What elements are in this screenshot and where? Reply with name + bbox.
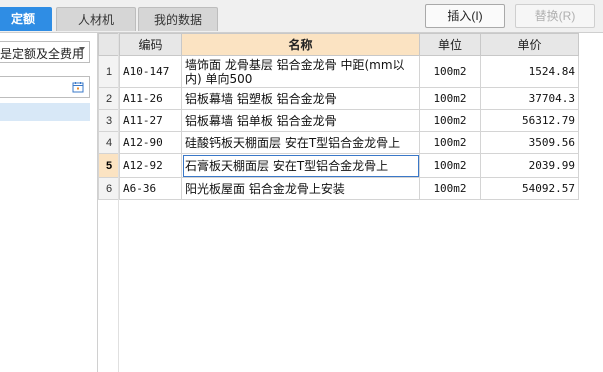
name-cell[interactable]: 铝板幕墙 铝单板 铝合金龙骨 bbox=[181, 109, 420, 132]
tab-my-data[interactable]: 我的数据 bbox=[138, 7, 218, 31]
quota-grid: 编码 名称 单位 单价 1 A10-147 墙饰面 龙骨基层 铝合金龙骨 中距(… bbox=[98, 33, 579, 372]
table-row[interactable]: 1 A10-147 墙饰面 龙骨基层 铝合金龙骨 中距(mm以内) 单向500 … bbox=[98, 55, 579, 88]
table-row-selected[interactable]: 5 A12-92 石膏板天棚面层 安在T型铝合金龙骨上 100m2 2039.9… bbox=[98, 153, 579, 178]
name-cell[interactable]: 阳光板屋面 铝合金龙骨上安装 bbox=[181, 177, 420, 200]
table-row[interactable]: 3 A11-27 铝板幕墙 铝单板 铝合金龙骨 100m2 56312.79 bbox=[98, 109, 579, 132]
row-number: 4 bbox=[98, 131, 120, 154]
row-number: 6 bbox=[98, 177, 120, 200]
price-cell[interactable]: 1524.84 bbox=[480, 55, 579, 88]
code-cell[interactable]: A11-26 bbox=[119, 87, 182, 110]
calendar-search-icon[interactable] bbox=[72, 81, 84, 93]
unit-cell[interactable]: 100m2 bbox=[419, 109, 481, 132]
name-cell[interactable]: 硅酸钙板天棚面层 安在T型铝合金龙骨上 bbox=[181, 131, 420, 154]
replace-button[interactable]: 替换(R) bbox=[515, 4, 595, 28]
code-header[interactable]: 编码 bbox=[119, 33, 182, 56]
insert-button[interactable]: 插入(I) bbox=[425, 4, 505, 28]
table-row[interactable]: 4 A12-90 硅酸钙板天棚面层 安在T型铝合金龙骨上 100m2 3509.… bbox=[98, 131, 579, 154]
price-cell[interactable]: 37704.3 bbox=[480, 87, 579, 110]
unit-cell[interactable]: 100m2 bbox=[419, 131, 481, 154]
name-cell[interactable]: 墙饰面 龙骨基层 铝合金龙骨 中距(mm以内) 单向500 bbox=[181, 55, 420, 88]
unit-header[interactable]: 单位 bbox=[419, 33, 481, 56]
tab-labor-material-machine[interactable]: 人材机 bbox=[56, 7, 136, 31]
code-cell[interactable]: A12-92 bbox=[119, 153, 182, 178]
row-number: 2 bbox=[98, 87, 120, 110]
unit-cell[interactable]: 100m2 bbox=[419, 87, 481, 110]
code-cell[interactable]: A12-90 bbox=[119, 131, 182, 154]
row-number-header bbox=[98, 33, 120, 56]
name-cell[interactable]: 铝板幕墙 铝塑板 铝合金龙骨 bbox=[181, 87, 420, 110]
name-header[interactable]: 名称 bbox=[181, 33, 420, 56]
dropdown-value: 是定额及全费用 bbox=[0, 47, 85, 61]
row-number: 1 bbox=[98, 55, 120, 88]
search-input[interactable] bbox=[0, 76, 90, 98]
chevron-down-icon bbox=[79, 47, 85, 51]
code-cell[interactable]: A11-27 bbox=[119, 109, 182, 132]
unit-cell[interactable]: 100m2 bbox=[419, 177, 481, 200]
tab-quota[interactable]: 定额 bbox=[0, 7, 52, 31]
row-number: 3 bbox=[98, 109, 120, 132]
row-number: 5 bbox=[98, 153, 120, 178]
price-cell[interactable]: 54092.57 bbox=[480, 177, 579, 200]
price-header[interactable]: 单价 bbox=[480, 33, 579, 56]
unit-cell[interactable]: 100m2 bbox=[419, 153, 481, 178]
code-cell[interactable]: A6-36 bbox=[119, 177, 182, 200]
row-header-divider bbox=[118, 33, 119, 372]
tab-bar: 定额 人材机 我的数据 插入(I) 替换(R) bbox=[0, 0, 603, 33]
unit-cell[interactable]: 100m2 bbox=[419, 55, 481, 88]
selected-tree-item[interactable] bbox=[0, 103, 90, 121]
price-cell[interactable]: 2039.99 bbox=[480, 153, 579, 178]
quota-library-dropdown[interactable]: 是定额及全费用 bbox=[0, 41, 90, 63]
name-cell-editing[interactable]: 石膏板天棚面层 安在T型铝合金龙骨上 bbox=[181, 153, 420, 178]
left-panel: 是定额及全费用 bbox=[0, 33, 98, 372]
quota-table: 编码 名称 单位 单价 1 A10-147 墙饰面 龙骨基层 铝合金龙骨 中距(… bbox=[98, 33, 579, 200]
price-cell[interactable]: 3509.56 bbox=[480, 131, 579, 154]
code-cell[interactable]: A10-147 bbox=[119, 55, 182, 88]
table-row[interactable]: 6 A6-36 阳光板屋面 铝合金龙骨上安装 100m2 54092.57 bbox=[98, 177, 579, 200]
header-row: 编码 名称 单位 单价 bbox=[98, 33, 579, 56]
table-row[interactable]: 2 A11-26 铝板幕墙 铝塑板 铝合金龙骨 100m2 37704.3 bbox=[98, 87, 579, 110]
price-cell[interactable]: 56312.79 bbox=[480, 109, 579, 132]
